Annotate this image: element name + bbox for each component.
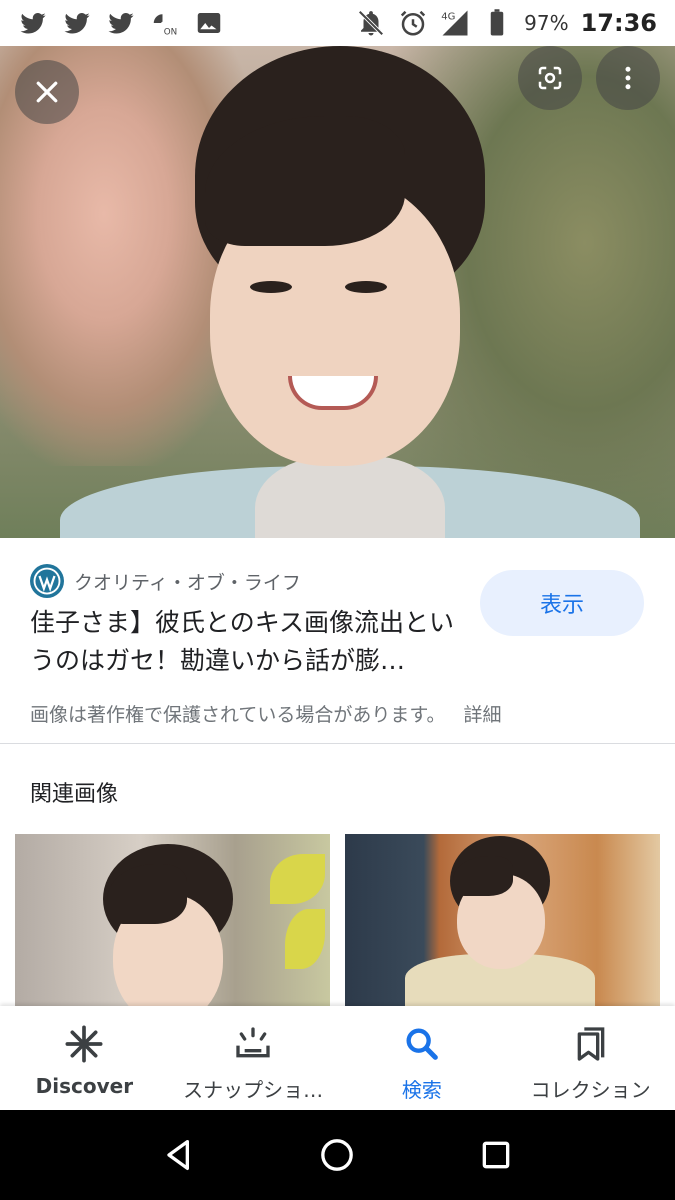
result-title[interactable]: 佳子さま】彼氏とのキス画像流出というのはガセ！勘違いから話が膨… <box>30 604 460 680</box>
related-images-heading: 関連画像 <box>30 782 119 807</box>
thumb-leaf <box>270 854 325 904</box>
more-options-button[interactable] <box>596 46 660 110</box>
right-eye <box>345 281 387 293</box>
details-link[interactable]: 詳細 <box>464 700 502 727</box>
lens-search-icon <box>538 66 562 90</box>
nav-label: コレクション <box>530 1078 651 1102</box>
clock-time: 17:36 <box>580 9 657 37</box>
back-button[interactable] <box>157 1133 201 1177</box>
back-triangle-icon <box>167 1140 190 1170</box>
source-row[interactable]: クオリティ・オブ・ライフ <box>30 564 301 598</box>
recents-square-icon <box>482 1141 510 1169</box>
twitter-icon <box>18 8 48 38</box>
recents-button[interactable] <box>474 1133 518 1177</box>
nav-collections[interactable]: コレクション <box>506 1006 675 1110</box>
close-icon <box>36 81 58 103</box>
source-name: クオリティ・オブ・ライフ <box>74 571 301 594</box>
result-info: クオリティ・オブ・ライフ 佳子さま】彼氏とのキス画像流出というのはガセ！勘違いか… <box>0 538 675 743</box>
svg-text:4G: 4G <box>441 11 455 22</box>
nav-label: 検索 <box>401 1078 442 1102</box>
copyright-row: 画像は著作権で保護されている場合があります。 詳細 <box>30 700 502 727</box>
more-vert-icon <box>625 66 631 90</box>
nav-discover[interactable]: Discover <box>0 1006 169 1110</box>
twitter-icon <box>62 8 92 38</box>
alarm-icon <box>398 8 428 38</box>
close-button[interactable] <box>15 60 79 124</box>
left-eye <box>250 281 292 293</box>
thumb-leaf <box>285 909 325 969</box>
wordpress-icon <box>30 564 64 598</box>
nfc-on-icon: ON <box>150 8 180 38</box>
home-button[interactable] <box>315 1133 359 1177</box>
view-button[interactable]: 表示 <box>480 570 644 636</box>
signal-4g-icon: 4G <box>440 8 470 38</box>
battery-percent: 97% <box>524 11 569 35</box>
related-image-thumbnail[interactable] <box>345 834 660 1006</box>
nav-snapshot[interactable]: スナップショ… <box>169 1006 338 1110</box>
snapshot-icon <box>236 1027 270 1058</box>
twitter-icon <box>106 8 136 38</box>
lens-search-button[interactable] <box>518 46 582 110</box>
collections-icon <box>577 1027 604 1061</box>
sweater-collar <box>255 456 445 538</box>
svg-text:ON: ON <box>164 27 177 37</box>
discover-asterisk-icon <box>65 1025 103 1063</box>
section-divider <box>0 743 675 744</box>
search-icon <box>406 1028 438 1060</box>
status-notifications: ON <box>18 8 224 38</box>
battery-icon <box>482 8 512 38</box>
status-bar: ON 4G 97% 17:36 <box>0 0 675 46</box>
nav-label: Discover <box>35 1074 134 1098</box>
notifications-off-icon <box>356 8 386 38</box>
status-system: 4G 97% 17:36 <box>356 8 657 38</box>
image-icon <box>194 8 224 38</box>
home-circle-icon <box>321 1139 354 1171</box>
nav-label: スナップショ… <box>183 1078 324 1102</box>
copyright-notice: 画像は著作権で保護されている場合があります。 <box>30 704 446 726</box>
system-navigation-bar <box>0 1110 675 1200</box>
related-image-thumbnail[interactable] <box>15 834 330 1006</box>
preview-image[interactable] <box>0 46 675 538</box>
nav-search[interactable]: 検索 <box>338 1006 507 1110</box>
bottom-navigation: Discover スナップショ… 検索 コレクション <box>0 1006 675 1110</box>
